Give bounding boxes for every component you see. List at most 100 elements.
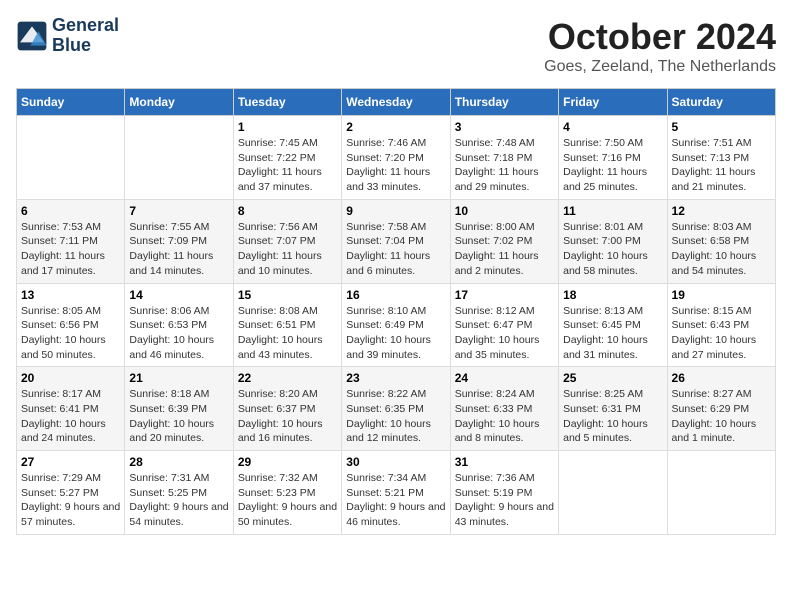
day-number: 7 [129,204,228,218]
calendar-cell: 24 Sunrise: 8:24 AM Sunset: 6:33 PM Dayli… [450,367,558,451]
calendar-cell: 4 Sunrise: 7:50 AM Sunset: 7:16 PM Daylig… [559,116,667,200]
day-detail: Sunrise: 7:46 AM Sunset: 7:20 PM Dayligh… [346,136,445,195]
col-saturday: Saturday [667,89,775,116]
day-number: 14 [129,288,228,302]
day-detail: Sunrise: 7:45 AM Sunset: 7:22 PM Dayligh… [238,136,337,195]
day-number: 10 [455,204,554,218]
day-detail: Sunrise: 8:13 AM Sunset: 6:45 PM Dayligh… [563,304,662,363]
day-number: 15 [238,288,337,302]
logo: General Blue [16,16,119,56]
calendar-cell: 5 Sunrise: 7:51 AM Sunset: 7:13 PM Daylig… [667,116,775,200]
calendar-cell: 11Sunrise: 8:01 AM Sunset: 7:00 PM Dayli… [559,199,667,283]
calendar-cell: 9Sunrise: 7:58 AM Sunset: 7:04 PM Daylig… [342,199,450,283]
day-number: 22 [238,371,337,385]
calendar-cell: 29Sunrise: 7:32 AM Sunset: 5:23 PM Dayli… [233,451,341,535]
day-detail: Sunrise: 7:50 AM Sunset: 7:16 PM Dayligh… [563,136,662,195]
calendar-cell: 27 Sunrise: 7:29 AM Sunset: 5:27 PM Dayli… [17,451,125,535]
calendar-cell: 7Sunrise: 7:55 AM Sunset: 7:09 PM Daylig… [125,199,233,283]
calendar-cell: 23 Sunrise: 8:22 AM Sunset: 6:35 PM Dayli… [342,367,450,451]
day-detail: Sunrise: 7:56 AM Sunset: 7:07 PM Dayligh… [238,220,337,279]
calendar-cell [125,116,233,200]
day-number: 21 [129,371,228,385]
col-thursday: Thursday [450,89,558,116]
calendar-cell: 19 Sunrise: 8:15 AM Sunset: 6:43 PM Dayli… [667,283,775,367]
calendar-cell [667,451,775,535]
day-detail: Sunrise: 8:27 AM Sunset: 6:29 PM Dayligh… [672,387,771,446]
day-detail: Sunrise: 7:29 AM Sunset: 5:27 PM Dayligh… [21,471,120,530]
calendar-cell [17,116,125,200]
calendar-cell: 14 Sunrise: 8:06 AM Sunset: 6:53 PM Dayli… [125,283,233,367]
week-row-3: 13 Sunrise: 8:05 AM Sunset: 6:56 PM Dayli… [17,283,776,367]
day-detail: Sunrise: 8:00 AM Sunset: 7:02 PM Dayligh… [455,220,554,279]
day-detail: Sunrise: 8:05 AM Sunset: 6:56 PM Dayligh… [21,304,120,363]
col-wednesday: Wednesday [342,89,450,116]
day-detail: Sunrise: 8:03 AM Sunset: 6:58 PM Dayligh… [672,220,771,279]
logo-line2: Blue [52,36,119,56]
day-number: 27 [21,455,120,469]
col-monday: Monday [125,89,233,116]
day-detail: Sunrise: 8:24 AM Sunset: 6:33 PM Dayligh… [455,387,554,446]
calendar-cell: 12 Sunrise: 8:03 AM Sunset: 6:58 PM Dayli… [667,199,775,283]
calendar-cell: 20Sunrise: 8:17 AM Sunset: 6:41 PM Dayli… [17,367,125,451]
day-detail: Sunrise: 7:32 AM Sunset: 5:23 PM Dayligh… [238,471,337,530]
calendar-cell: 28 Sunrise: 7:31 AM Sunset: 5:25 PM Dayli… [125,451,233,535]
calendar-cell [559,451,667,535]
week-row-4: 20Sunrise: 8:17 AM Sunset: 6:41 PM Dayli… [17,367,776,451]
calendar-table: Sunday Monday Tuesday Wednesday Thursday… [16,88,776,535]
page-title: October 2024 [544,16,776,58]
day-number: 1 [238,120,337,134]
day-number: 18 [563,288,662,302]
day-number: 5 [672,120,771,134]
calendar-cell: 21Sunrise: 8:18 AM Sunset: 6:39 PM Dayli… [125,367,233,451]
calendar-cell: 2 Sunrise: 7:46 AM Sunset: 7:20 PM Daylig… [342,116,450,200]
page-subtitle: Goes, Zeeland, The Netherlands [544,58,776,76]
day-detail: Sunrise: 8:15 AM Sunset: 6:43 PM Dayligh… [672,304,771,363]
day-number: 8 [238,204,337,218]
day-number: 13 [21,288,120,302]
day-number: 19 [672,288,771,302]
day-number: 16 [346,288,445,302]
calendar-cell: 17Sunrise: 8:12 AM Sunset: 6:47 PM Dayli… [450,283,558,367]
page-header: General Blue October 2024 Goes, Zeeland,… [16,16,776,76]
calendar-cell: 10 Sunrise: 8:00 AM Sunset: 7:02 PM Dayli… [450,199,558,283]
calendar-body: 1 Sunrise: 7:45 AM Sunset: 7:22 PM Daylig… [17,116,776,535]
calendar-cell: 1 Sunrise: 7:45 AM Sunset: 7:22 PM Daylig… [233,116,341,200]
logo-line1: General [52,16,119,36]
day-detail: Sunrise: 7:48 AM Sunset: 7:18 PM Dayligh… [455,136,554,195]
col-sunday: Sunday [17,89,125,116]
day-number: 30 [346,455,445,469]
day-detail: Sunrise: 7:36 AM Sunset: 5:19 PM Dayligh… [455,471,554,530]
day-number: 24 [455,371,554,385]
day-detail: Sunrise: 7:34 AM Sunset: 5:21 PM Dayligh… [346,471,445,530]
day-number: 2 [346,120,445,134]
calendar-cell: 13 Sunrise: 8:05 AM Sunset: 6:56 PM Dayli… [17,283,125,367]
day-number: 12 [672,204,771,218]
col-tuesday: Tuesday [233,89,341,116]
day-number: 3 [455,120,554,134]
day-number: 28 [129,455,228,469]
day-number: 26 [672,371,771,385]
logo-icon [16,20,48,52]
calendar-cell: 18 Sunrise: 8:13 AM Sunset: 6:45 PM Dayli… [559,283,667,367]
day-number: 23 [346,371,445,385]
calendar-cell: 31 Sunrise: 7:36 AM Sunset: 5:19 PM Dayli… [450,451,558,535]
day-number: 31 [455,455,554,469]
col-friday: Friday [559,89,667,116]
day-detail: Sunrise: 7:31 AM Sunset: 5:25 PM Dayligh… [129,471,228,530]
week-row-1: 1 Sunrise: 7:45 AM Sunset: 7:22 PM Daylig… [17,116,776,200]
calendar-cell: 16 Sunrise: 8:10 AM Sunset: 6:49 PM Dayli… [342,283,450,367]
day-detail: Sunrise: 8:12 AM Sunset: 6:47 PM Dayligh… [455,304,554,363]
day-number: 6 [21,204,120,218]
day-detail: Sunrise: 8:20 AM Sunset: 6:37 PM Dayligh… [238,387,337,446]
day-detail: Sunrise: 8:06 AM Sunset: 6:53 PM Dayligh… [129,304,228,363]
calendar-cell: 25Sunrise: 8:25 AM Sunset: 6:31 PM Dayli… [559,367,667,451]
day-detail: Sunrise: 8:10 AM Sunset: 6:49 PM Dayligh… [346,304,445,363]
calendar-cell: 30 Sunrise: 7:34 AM Sunset: 5:21 PM Dayli… [342,451,450,535]
day-number: 20 [21,371,120,385]
day-detail: Sunrise: 8:22 AM Sunset: 6:35 PM Dayligh… [346,387,445,446]
calendar-cell: 8 Sunrise: 7:56 AM Sunset: 7:07 PM Daylig… [233,199,341,283]
day-detail: Sunrise: 7:51 AM Sunset: 7:13 PM Dayligh… [672,136,771,195]
calendar-cell: 6Sunrise: 7:53 AM Sunset: 7:11 PM Daylig… [17,199,125,283]
calendar-cell: 26 Sunrise: 8:27 AM Sunset: 6:29 PM Dayli… [667,367,775,451]
day-number: 4 [563,120,662,134]
